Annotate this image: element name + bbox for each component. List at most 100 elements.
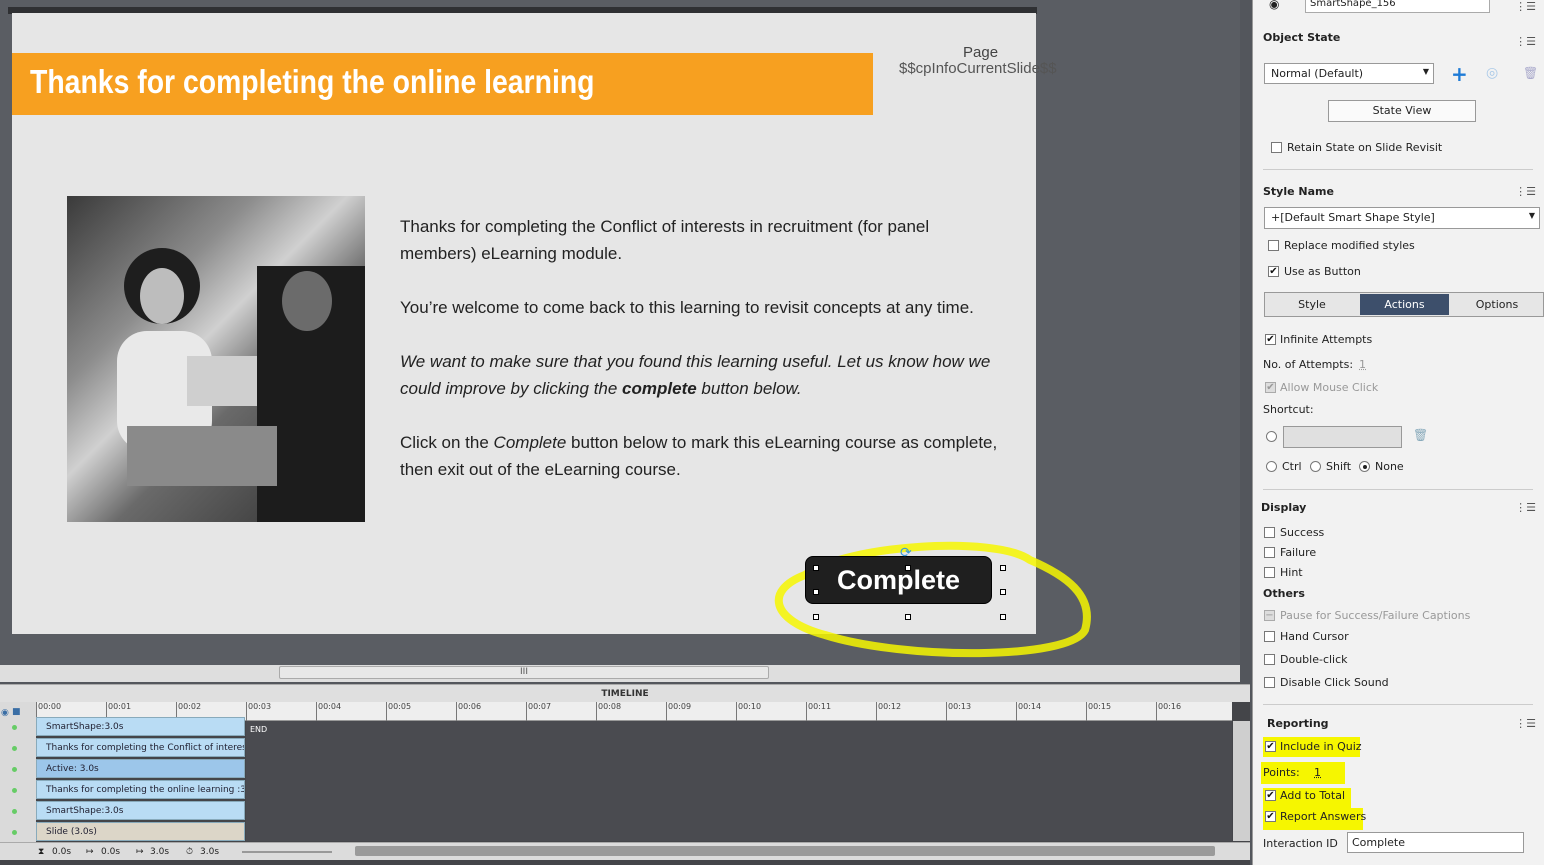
ruler-tick: 00:03 — [246, 702, 271, 721]
divider — [1263, 169, 1533, 170]
failure-checkbox[interactable] — [1264, 547, 1275, 558]
zoom-slider[interactable] — [242, 851, 332, 853]
attempts-label: No. of Attempts: — [1263, 358, 1354, 371]
timeline-track[interactable]: SmartShape:3.0s — [36, 717, 245, 736]
add-state-icon[interactable]: + — [1451, 62, 1468, 86]
hand-cursor-checkbox[interactable] — [1264, 631, 1275, 642]
resize-handle-bl[interactable] — [813, 614, 819, 620]
delete-state-icon[interactable]: 🗑 — [1523, 66, 1538, 80]
attempts-value[interactable]: 1 — [1359, 358, 1366, 371]
resize-handle-ml[interactable] — [813, 589, 819, 595]
retain-state-checkbox[interactable] — [1271, 142, 1282, 153]
report-answers-label: Report Answers — [1280, 810, 1367, 823]
ruler-tick: 00:10 — [736, 702, 761, 721]
visibility-eye-icon[interactable]: ◉ — [1269, 0, 1279, 11]
tab-style[interactable]: Style — [1265, 293, 1359, 316]
timeline-track[interactable]: SmartShape:3.0s — [36, 801, 245, 820]
points-value[interactable]: 1 — [1314, 766, 1321, 779]
divider — [1263, 704, 1533, 705]
ctrl-radio[interactable] — [1266, 461, 1277, 472]
resize-handle-tc[interactable] — [905, 565, 911, 571]
ctrl-label: Ctrl — [1282, 460, 1302, 473]
state-action-icon[interactable]: ◎ — [1486, 65, 1498, 81]
style-menu-icon[interactable]: ⋮☰ — [1515, 185, 1536, 198]
resize-handle-bc[interactable] — [905, 614, 911, 620]
use-as-button-checkbox[interactable]: ✔ — [1268, 266, 1279, 277]
timeline-header[interactable]: TIMELINE — [0, 684, 1250, 702]
include-in-quiz-label: Include in Quiz — [1280, 740, 1362, 753]
slide-body-text[interactable]: Thanks for completing the Conflict of in… — [400, 213, 1000, 510]
add-to-total-checkbox[interactable]: ✔ — [1265, 790, 1276, 801]
style-select-value: +[Default Smart Shape Style] — [1271, 211, 1435, 224]
ruler-tick: 00:08 — [596, 702, 621, 721]
none-radio[interactable] — [1359, 461, 1370, 472]
shift-radio[interactable] — [1310, 461, 1321, 472]
tab-options[interactable]: Options — [1450, 293, 1544, 316]
chevron-down-icon: ▼ — [1528, 211, 1535, 220]
interaction-id-field[interactable]: Complete — [1347, 832, 1524, 853]
track-visibility-dot[interactable] — [12, 830, 17, 835]
style-select[interactable]: +[Default Smart Shape Style] ▼ — [1264, 207, 1540, 229]
clear-shortcut-icon[interactable]: 🗑 — [1413, 428, 1428, 442]
divider — [1263, 489, 1533, 490]
state-select[interactable]: Normal (Default) ▼ — [1264, 63, 1434, 84]
stage-horizontal-scrollbar[interactable]: III — [279, 666, 769, 679]
tab-actions[interactable]: Actions — [1360, 294, 1449, 315]
timeline-track[interactable]: Thanks for completing the Conflict of in… — [36, 738, 245, 757]
allow-mouse-click-checkbox[interactable]: ✔ — [1265, 382, 1276, 393]
track-visibility-dot[interactable] — [12, 725, 17, 730]
replace-modified-checkbox[interactable] — [1268, 240, 1279, 251]
allow-mouse-click-label: Allow Mouse Click — [1280, 381, 1379, 394]
timeline-track[interactable]: Active: 3.0s — [36, 759, 245, 778]
double-click-checkbox[interactable] — [1264, 654, 1275, 665]
track-visibility-dot[interactable] — [12, 746, 17, 751]
photo-illustration — [117, 248, 365, 522]
report-answers-checkbox[interactable]: ✔ — [1265, 811, 1276, 822]
display-menu-icon[interactable]: ⋮☰ — [1515, 501, 1536, 514]
paragraph-feedback: We want to make sure that you found this… — [400, 348, 1000, 402]
resize-handle-tr[interactable] — [1000, 565, 1006, 571]
track-visibility-dot[interactable] — [12, 809, 17, 814]
slide-title[interactable]: Thanks for completing the online learnin… — [30, 63, 594, 101]
eye-icon[interactable]: ◉ — [1, 708, 9, 718]
paragraph-thanks: Thanks for completing the Conflict of in… — [400, 217, 930, 263]
ruler-tick: 00:09 — [666, 702, 691, 721]
infinite-attempts-checkbox[interactable]: ✔ — [1265, 334, 1276, 345]
object-name-field[interactable]: SmartShape_156 — [1305, 0, 1490, 13]
timeline-visibility-column: ◉ ■ — [0, 702, 36, 842]
panel-menu-icon[interactable]: ⋮☰ — [1515, 0, 1536, 13]
shortcut-input[interactable] — [1283, 426, 1402, 448]
timeline-track-area[interactable] — [246, 721, 1232, 841]
rotate-handle-icon[interactable]: ⟳ — [900, 545, 912, 561]
resize-handle-mr[interactable] — [1000, 589, 1006, 595]
ruler-tick: 00:04 — [316, 702, 341, 721]
use-as-button-label: Use as Button — [1284, 265, 1361, 278]
hint-checkbox[interactable] — [1264, 567, 1275, 578]
state-view-button[interactable]: State View — [1328, 100, 1476, 122]
lock-icon[interactable]: ■ — [12, 707, 21, 717]
reporting-heading: Reporting — [1267, 717, 1329, 730]
page-label[interactable]: Page — [963, 44, 998, 61]
timeline-vertical-scrollbar[interactable] — [1233, 721, 1250, 841]
success-label: Success — [1280, 526, 1325, 539]
success-checkbox[interactable] — [1264, 527, 1275, 538]
disable-click-sound-checkbox[interactable] — [1264, 677, 1275, 688]
pause-captions-checkbox[interactable]: − — [1264, 610, 1275, 621]
resize-handle-br[interactable] — [1000, 614, 1006, 620]
include-in-quiz-checkbox[interactable]: ✔ — [1265, 741, 1276, 752]
shortcut-radio[interactable] — [1266, 431, 1277, 442]
timeline-track[interactable]: Thanks for completing the online learnin… — [36, 780, 245, 799]
meeting-photo[interactable] — [67, 196, 365, 522]
object-state-menu-icon[interactable]: ⋮☰ — [1515, 35, 1536, 48]
track-visibility-dot[interactable] — [12, 788, 17, 793]
timeline-track[interactable]: Slide (3.0s) — [36, 822, 245, 841]
page-variable[interactable]: $$cpInfoCurrentSlide$$ — [899, 60, 1057, 77]
timeline-scroll-thumb[interactable] — [355, 846, 1215, 856]
resize-handle-tl[interactable] — [813, 565, 819, 571]
reporting-menu-icon[interactable]: ⋮☰ — [1515, 717, 1536, 730]
ruler-tick: 00:06 — [456, 702, 481, 721]
start-time: 0.0s — [101, 847, 121, 857]
track-visibility-dot[interactable] — [12, 767, 17, 772]
state-select-value: Normal (Default) — [1271, 67, 1364, 80]
complete-button[interactable]: Complete — [805, 556, 992, 604]
